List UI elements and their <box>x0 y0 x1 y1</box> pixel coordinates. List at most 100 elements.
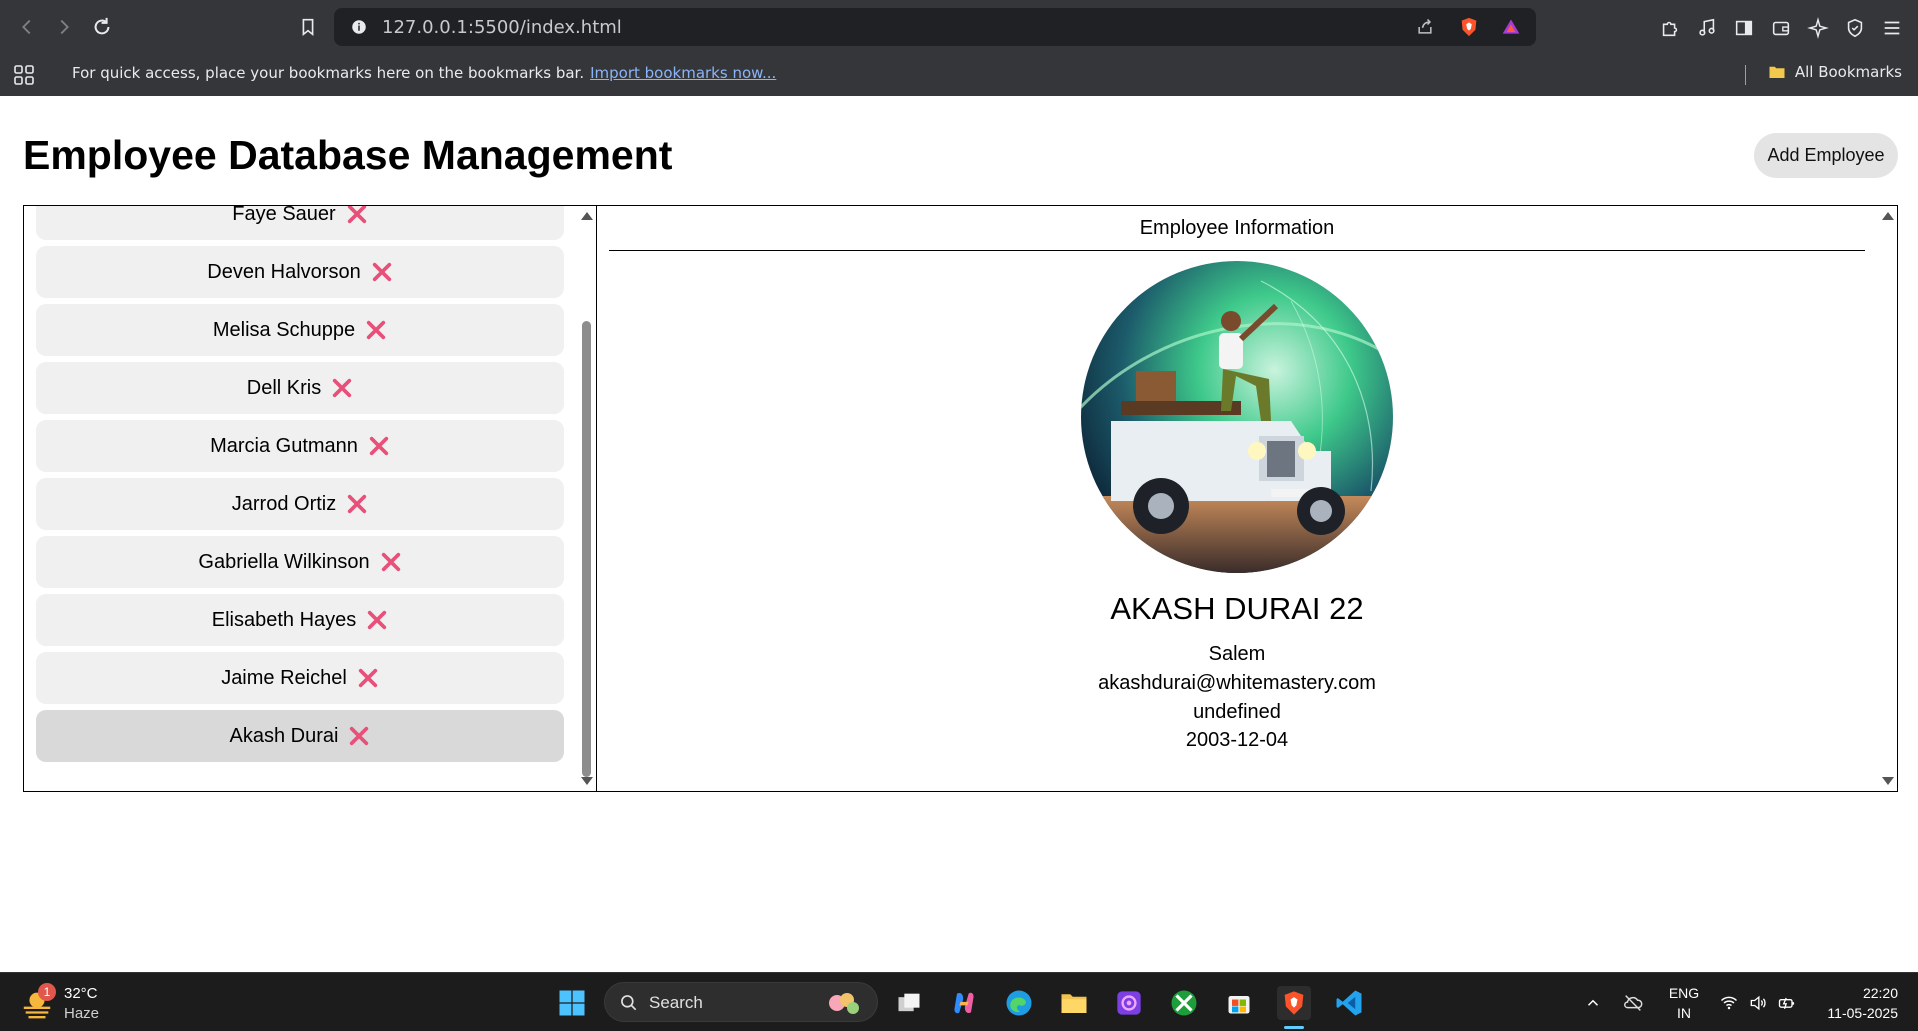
onedrive-offline-icon[interactable] <box>1616 986 1650 1020</box>
brave-taskbar-icon[interactable] <box>1277 986 1311 1020</box>
employee-list-name: Melisa Schuppe <box>212 318 356 341</box>
menu-icon[interactable] <box>1878 14 1906 42</box>
battery-charging-icon[interactable] <box>1770 986 1804 1020</box>
extensions-icon[interactable] <box>1656 14 1684 42</box>
microsoft-store-icon[interactable] <box>1222 986 1256 1020</box>
employee-list-item[interactable]: Melisa Schuppe <box>36 304 564 356</box>
delete-employee-icon[interactable] <box>357 667 379 689</box>
delete-employee-icon[interactable] <box>380 551 402 573</box>
scrollbar-thumb[interactable] <box>582 321 591 777</box>
info-panel-scrollbar[interactable] <box>1880 206 1894 791</box>
employee-list-item[interactable]: Marcia Gutmann <box>36 420 564 472</box>
taskbar-search[interactable]: Search <box>604 982 878 1022</box>
employee-list-name: Elisabeth Hayes <box>211 608 357 631</box>
bookmarks-bar: For quick access, place your bookmarks h… <box>0 54 1918 96</box>
employee-list-name: Jarrod Ortiz <box>231 492 337 515</box>
all-bookmarks-label: All Bookmarks <box>1794 63 1902 81</box>
search-icon <box>621 995 637 1011</box>
import-bookmarks-link[interactable]: Import bookmarks now... <box>590 64 776 82</box>
employee-avatar <box>1081 261 1393 573</box>
employee-list-item[interactable]: Jarrod Ortiz <box>36 478 564 530</box>
camera-app-icon[interactable] <box>1112 986 1146 1020</box>
employee-dob: 2003-12-04 <box>1185 729 1289 751</box>
employee-list-name: Marcia Gutmann <box>210 434 358 457</box>
employee-phone: undefined <box>1193 701 1281 723</box>
clock-time: 22:20 <box>1862 985 1898 1001</box>
media-icon[interactable] <box>1693 14 1721 42</box>
vscode-icon[interactable] <box>1332 986 1366 1020</box>
search-label: Search <box>649 993 703 1012</box>
delete-employee-icon[interactable] <box>348 725 370 747</box>
employee-list-item[interactable]: Jaime Reichel <box>36 652 564 704</box>
add-employee-button[interactable]: Add Employee <box>1754 133 1898 178</box>
show-hidden-icons[interactable] <box>1576 986 1610 1020</box>
scroll-up-icon[interactable] <box>581 212 593 220</box>
employee-list-item[interactable]: Elisabeth Hayes <box>36 594 564 646</box>
site-info-icon[interactable] <box>348 16 370 38</box>
leo-ai-icon[interactable] <box>1804 14 1832 42</box>
delete-employee-icon[interactable] <box>365 319 387 341</box>
scroll-down-icon[interactable] <box>1882 777 1894 785</box>
bookmark-page-icon[interactable] <box>293 12 323 42</box>
system-clock[interactable]: 22:20 11-05-2025 <box>1827 983 1898 1023</box>
file-explorer-icon[interactable] <box>1057 986 1091 1020</box>
employee-list-item[interactable]: Gabriella Wilkinson <box>36 536 564 588</box>
browser-toolbar: 127.0.0.1:5500/index.html <box>0 0 1918 54</box>
sidebar-icon[interactable] <box>1730 14 1758 42</box>
folder-icon <box>1769 66 1785 78</box>
windows-taskbar: 1 32°C Haze Search ENG IN 22:20 11-05-20… <box>0 972 1918 1031</box>
web-page: Employee Database Management Add Employe… <box>0 96 1918 972</box>
forward-icon[interactable] <box>49 12 79 42</box>
weather-widget[interactable]: 1 32°C Haze <box>20 983 110 1023</box>
weather-badge: 1 <box>38 983 56 1001</box>
brave-shields-icon[interactable] <box>1458 16 1480 38</box>
employee-info-panel: Employee Information AKASH DURAI 22 Sale… <box>596 205 1898 792</box>
brave-rewards-icon[interactable] <box>1500 16 1522 38</box>
url-text[interactable]: 127.0.0.1:5500/index.html <box>382 17 622 38</box>
employee-list-item[interactable]: Deven Halvorson <box>36 246 564 298</box>
weather-temperature: 32°C <box>64 985 98 1002</box>
scroll-up-icon[interactable] <box>1882 212 1894 220</box>
address-bar[interactable]: 127.0.0.1:5500/index.html <box>334 8 1536 46</box>
language-indicator[interactable]: ENG IN <box>1667 983 1701 1023</box>
employee-list-item[interactable]: Dell Kris <box>36 362 564 414</box>
employee-list-item[interactable]: Faye Sauer <box>36 205 564 240</box>
delete-employee-icon[interactable] <box>346 493 368 515</box>
clock-date: 11-05-2025 <box>1827 1005 1898 1021</box>
info-divider <box>609 250 1865 251</box>
browser-chrome: 127.0.0.1:5500/index.html For quick acce… <box>0 0 1918 96</box>
reload-icon[interactable] <box>87 12 117 42</box>
copilot-icon[interactable] <box>947 986 981 1020</box>
employee-list-name: Faye Sauer <box>232 205 336 225</box>
employee-list-name: Jaime Reichel <box>221 666 347 689</box>
delete-employee-icon[interactable] <box>368 435 390 457</box>
employee-name: AKASH DURAI 22 <box>1110 591 1364 626</box>
employee-list-name: Dell Kris <box>246 376 322 399</box>
delete-employee-icon[interactable] <box>366 609 388 631</box>
bookmarks-prompt-text: For quick access, place your bookmarks h… <box>72 64 585 82</box>
wallet-icon[interactable] <box>1767 14 1795 42</box>
employee-email: akashdurai@whitemastery.com <box>1098 672 1376 694</box>
delete-employee-icon[interactable] <box>331 377 353 399</box>
all-bookmarks-button[interactable]: All Bookmarks <box>1744 63 1902 85</box>
scroll-down-icon[interactable] <box>581 777 593 785</box>
task-view-icon[interactable] <box>892 986 926 1020</box>
apps-grid-icon[interactable] <box>12 63 36 92</box>
share-icon[interactable] <box>1414 16 1436 38</box>
delete-employee-icon[interactable] <box>346 206 368 225</box>
employee-list-scrollbar[interactable] <box>579 206 593 791</box>
employee-list-item[interactable]: Akash Durai <box>36 710 564 762</box>
employee-list-panel[interactable]: Faye Sauer Deven Halvorson Melisa Schuppe D… <box>23 205 597 792</box>
delete-employee-icon[interactable] <box>371 261 393 283</box>
windows-start-icon[interactable] <box>555 986 589 1020</box>
employee-list-name: Akash Durai <box>229 724 339 747</box>
vpn-shield-icon[interactable] <box>1841 14 1869 42</box>
edge-icon[interactable] <box>1002 986 1036 1020</box>
xbox-icon[interactable] <box>1167 986 1201 1020</box>
info-heading: Employee Information <box>1139 217 1335 239</box>
language-region: IN <box>1677 1005 1691 1021</box>
back-icon[interactable] <box>12 12 42 42</box>
search-highlight-icon <box>829 993 859 1014</box>
employee-list-name: Gabriella Wilkinson <box>198 550 370 573</box>
employee-city: Salem <box>1208 643 1266 665</box>
